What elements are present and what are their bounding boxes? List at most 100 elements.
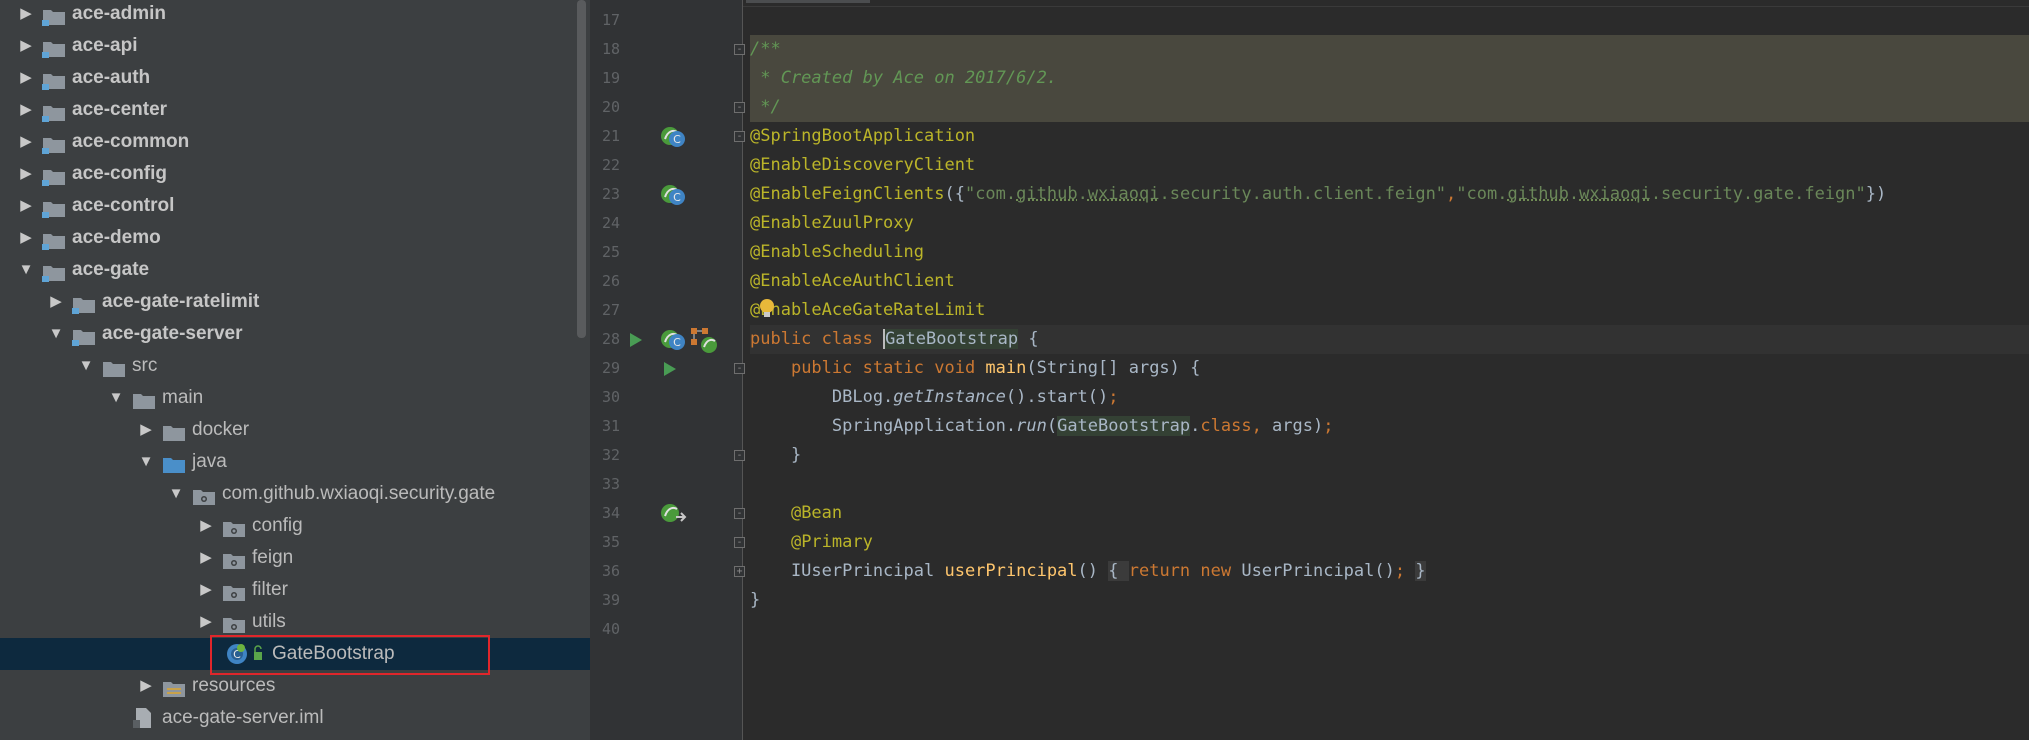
tree-item-ace-gate[interactable]: ▼ ace-gate — [0, 254, 590, 286]
collapse-right-icon[interactable]: ▶ — [196, 542, 216, 574]
line-number[interactable]: 18 — [590, 40, 620, 58]
code-line[interactable]: * Created by Ace on 2017/6/2. — [750, 64, 2029, 93]
collapse-right-icon[interactable]: ▶ — [196, 510, 216, 542]
line-number[interactable]: 17 — [590, 11, 620, 29]
collapse-right-icon[interactable]: ▶ — [136, 670, 156, 702]
expand-down-icon[interactable]: ▼ — [166, 478, 186, 510]
spring-bean-class-icon[interactable]: C — [658, 124, 688, 152]
line-number[interactable]: 33 — [590, 475, 620, 493]
code-line[interactable]: } — [750, 586, 2029, 615]
tree-item-ace-common[interactable]: ▶ ace-common — [0, 126, 590, 158]
collapse-right-icon[interactable]: ▶ — [16, 0, 36, 30]
tree-item-docker[interactable]: ▶ docker — [0, 414, 590, 446]
collapse-right-icon[interactable]: ▶ — [16, 126, 36, 158]
code-line[interactable]: @EnableAceGateRateLimit — [750, 296, 2029, 325]
expand-down-icon[interactable]: ▼ — [16, 254, 36, 286]
code-line[interactable]: @SpringBootApplication — [750, 122, 2029, 151]
code-line[interactable]: } — [750, 441, 2029, 470]
tree-item-ace-config[interactable]: ▶ ace-config — [0, 158, 590, 190]
collapse-right-icon[interactable]: ▶ — [136, 414, 156, 446]
fold-start-icon[interactable]: - — [734, 131, 745, 142]
fold-end-icon[interactable]: - — [734, 537, 745, 548]
code-line[interactable]: public static void main(String[] args) { — [750, 354, 2029, 383]
collapse-right-icon[interactable]: ▶ — [16, 30, 36, 62]
code-line[interactable]: @Bean — [750, 499, 2029, 528]
tree-item-resources[interactable]: ▶ resources — [0, 670, 590, 702]
tree-item-ace-api[interactable]: ▶ ace-api — [0, 30, 590, 62]
line-number[interactable]: 28 — [590, 330, 620, 348]
tree-item-ace-gate-ratelimit[interactable]: ▶ ace-gate-ratelimit — [0, 286, 590, 318]
expand-down-icon[interactable]: ▼ — [46, 318, 66, 350]
tree-item-ace-auth[interactable]: ▶ ace-auth — [0, 62, 590, 94]
tree-item-ace-gate-server-iml[interactable]: ace-gate-server.iml — [0, 702, 590, 734]
expand-down-icon[interactable]: ▼ — [136, 446, 156, 478]
collapse-right-icon[interactable]: ▶ — [16, 158, 36, 190]
line-number[interactable]: 24 — [590, 214, 620, 232]
fold-start-icon[interactable]: - — [734, 363, 745, 374]
code-line[interactable] — [750, 6, 2029, 35]
line-number[interactable]: 25 — [590, 243, 620, 261]
tree-item-src[interactable]: ▼ src — [0, 350, 590, 382]
project-tree-panel[interactable]: ▶ ace-admin ▶ ace-api ▶ ace-auth ▶ ace-center ▶ a… — [0, 0, 590, 740]
code-line[interactable]: public class GateBootstrap { — [750, 325, 2029, 354]
line-number[interactable]: 34 — [590, 504, 620, 522]
line-number[interactable]: 26 — [590, 272, 620, 290]
line-number[interactable]: 35 — [590, 533, 620, 551]
code-line[interactable]: @EnableFeignClients({"com.github.wxiaoqi… — [750, 180, 2029, 209]
tree-item-ace-center[interactable]: ▶ ace-center — [0, 94, 590, 126]
code-line[interactable] — [750, 615, 2029, 644]
fold-collapsed-icon[interactable]: + — [734, 566, 745, 577]
collapse-right-icon[interactable]: ▶ — [196, 574, 216, 606]
code-line[interactable]: IUserPrincipal userPrincipal() { return … — [750, 557, 2029, 586]
tree-item-utils[interactable]: ▶ utils — [0, 606, 590, 638]
intention-bulb-icon[interactable] — [758, 298, 776, 324]
line-number[interactable]: 39 — [590, 591, 620, 609]
tree-item-com-github-wxiaoqi-security-gate[interactable]: ▼ com.github.wxiaoqi.security.gate — [0, 478, 590, 510]
code-line[interactable]: @EnableScheduling — [750, 238, 2029, 267]
tree-item-ace-control[interactable]: ▶ ace-control — [0, 190, 590, 222]
tree-item-java[interactable]: ▼ java — [0, 446, 590, 478]
tree-item-ace-admin[interactable]: ▶ ace-admin — [0, 0, 590, 30]
fold-start-icon[interactable]: - — [734, 44, 745, 55]
collapse-right-icon[interactable]: ▶ — [196, 606, 216, 638]
tree-item-config[interactable]: ▶ config — [0, 510, 590, 542]
collapse-right-icon[interactable]: ▶ — [46, 286, 66, 318]
code-line[interactable]: @EnableDiscoveryClient — [750, 151, 2029, 180]
tree-scrollbar[interactable] — [577, 0, 586, 338]
code-line[interactable] — [750, 470, 2029, 499]
run-gutter-icon[interactable] — [628, 331, 644, 353]
tree-item-ace-gate-server[interactable]: ▼ ace-gate-server — [0, 318, 590, 350]
fold-start-icon[interactable]: - — [734, 508, 745, 519]
tree-item-main[interactable]: ▼ main — [0, 382, 590, 414]
code-line[interactable]: */ — [750, 93, 2029, 122]
line-number[interactable]: 20 — [590, 98, 620, 116]
line-number[interactable]: 22 — [590, 156, 620, 174]
collapse-right-icon[interactable]: ▶ — [16, 190, 36, 222]
code-line[interactable]: /** — [750, 35, 2029, 64]
code-line[interactable]: @EnableZuulProxy — [750, 209, 2029, 238]
expand-down-icon[interactable]: ▼ — [76, 350, 96, 382]
line-number[interactable]: 40 — [590, 620, 620, 638]
active-tab-indicator[interactable] — [746, 0, 870, 3]
line-number[interactable]: 23 — [590, 185, 620, 203]
tree-item-feign[interactable]: ▶ feign — [0, 542, 590, 574]
line-number[interactable]: 29 — [590, 359, 620, 377]
collapse-right-icon[interactable]: ▶ — [16, 62, 36, 94]
spring-boot-config-icon[interactable] — [690, 327, 720, 359]
line-number[interactable]: 27 — [590, 301, 620, 319]
line-number[interactable]: 32 — [590, 446, 620, 464]
spring-bean-class-icon[interactable]: C — [658, 327, 688, 355]
fold-end-icon[interactable]: - — [734, 102, 745, 113]
tree-item-filter[interactable]: ▶ filter — [0, 574, 590, 606]
tree-item-ace-demo[interactable]: ▶ ace-demo — [0, 222, 590, 254]
fold-end-icon[interactable]: - — [734, 450, 745, 461]
collapse-right-icon[interactable]: ▶ — [16, 94, 36, 126]
code-line[interactable]: @Primary — [750, 528, 2029, 557]
line-number[interactable]: 36 — [590, 562, 620, 580]
run-gutter-icon[interactable] — [662, 360, 678, 382]
spring-bean-class-icon[interactable]: C — [658, 182, 688, 210]
line-number[interactable]: 19 — [590, 69, 620, 87]
line-number[interactable]: 21 — [590, 127, 620, 145]
editor-gutter[interactable]: 17 18 19 20 21 22 23 24 25 26 27 28 29 30 31 32 33 34 35 36… — [590, 0, 745, 740]
collapse-right-icon[interactable]: ▶ — [16, 222, 36, 254]
